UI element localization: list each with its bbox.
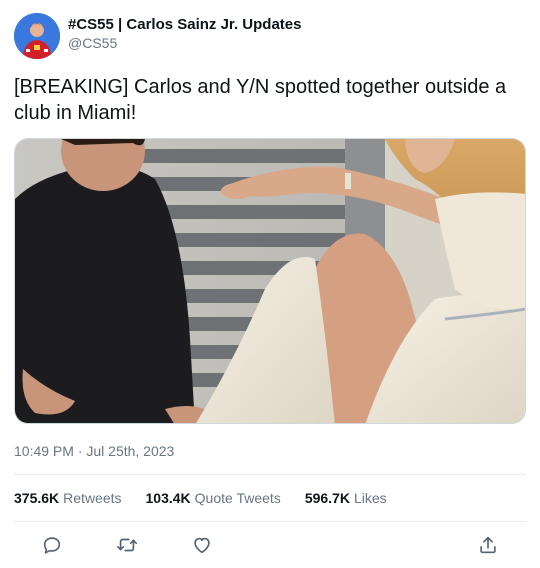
reply-icon (43, 537, 61, 554)
engagement-stats: 375.6K Retweets 103.4K Quote Tweets 596.… (14, 489, 411, 507)
divider (14, 474, 526, 475)
like-icon (194, 537, 210, 554)
display-name[interactable]: #CS55 | Carlos Sainz Jr. Updates (68, 15, 301, 34)
tweet-header: #CS55 | Carlos Sainz Jr. Updates @CS55 (14, 12, 301, 60)
share-icon (480, 536, 496, 554)
retweets-label: Retweets (63, 490, 122, 506)
user-handle[interactable]: @CS55 (68, 34, 301, 52)
divider (14, 521, 526, 522)
reply-button[interactable] (37, 530, 67, 560)
tweet-timestamp[interactable]: 10:49 PM · Jul 25th, 2023 (14, 442, 174, 460)
share-button[interactable] (473, 530, 503, 560)
tweet-text: [BREAKING] Carlos and Y/N spotted togeth… (14, 76, 507, 124)
quote-tweets-stat[interactable]: 103.4K Quote Tweets (146, 489, 281, 507)
retweet-icon (117, 538, 137, 552)
quote-tweets-label: Quote Tweets (194, 490, 281, 506)
retweet-button[interactable] (112, 530, 142, 560)
likes-label: Likes (353, 490, 387, 506)
quote-tweets-count: 103.4K (145, 490, 191, 506)
likes-count: 596.7K (304, 490, 350, 506)
tweet-card: #CS55 | Carlos Sainz Jr. Updates @CS55 [… (0, 0, 540, 568)
tweet-photo[interactable] (14, 138, 526, 424)
retweets-count: 375.6K (14, 490, 60, 506)
action-bar (0, 530, 540, 560)
profile-avatar[interactable] (14, 13, 60, 59)
author-names: #CS55 | Carlos Sainz Jr. Updates @CS55 (68, 15, 301, 52)
like-button[interactable] (187, 530, 217, 560)
retweets-stat[interactable]: 375.6K Retweets (14, 489, 122, 507)
likes-stat[interactable]: 596.7K Likes (305, 489, 387, 507)
